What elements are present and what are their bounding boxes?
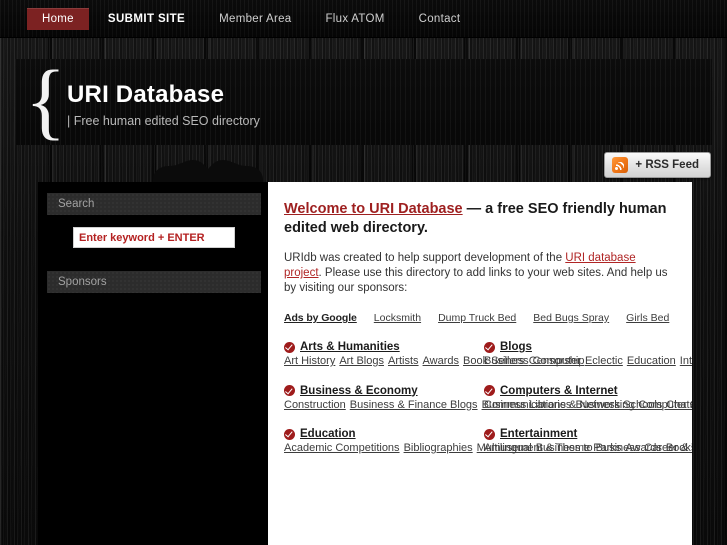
category-computers-internet: Computers & Internet Communications & Ne…	[484, 385, 692, 413]
main-content-panel: Welcome to URI Database — a free SEO fri…	[268, 182, 692, 545]
category-link[interactable]: Construction	[284, 399, 346, 411]
intro-text-1: URIdb was created to help support develo…	[284, 252, 566, 264]
category-business-economy: Business & Economy Construction Business …	[284, 385, 692, 413]
category-link[interactable]: Computer Generated Music	[638, 399, 692, 411]
category-education: Education Academic Competitions Bibliogra…	[284, 428, 692, 456]
intro-text-2: . Please use this directory to add links…	[284, 267, 668, 294]
category-link[interactable]: Communications & Networking	[484, 399, 634, 411]
top-navigation-bar: Home SUBMIT SITE Member Area Flux ATOM C…	[0, 0, 727, 38]
check-circle-icon	[484, 385, 495, 396]
category-links: Business Computer Eclectic Education Interne…	[484, 355, 692, 369]
category-link[interactable]: Academic Competitions	[284, 442, 400, 454]
nav-item-member-area[interactable]: Member Area	[204, 8, 306, 30]
category-link[interactable]: Art Blogs	[339, 355, 384, 367]
ad-link-locksmith[interactable]: Locksmith	[374, 312, 421, 324]
category-links: Art History Art Blogs Artists Awards Book Se…	[284, 355, 584, 369]
category-arts-humanities: Arts & Humanities Art History Art Blogs Ar…	[284, 341, 584, 369]
category-link[interactable]: Awards	[625, 442, 661, 454]
category-link[interactable]: Books & Literature	[666, 442, 692, 454]
category-link[interactable]: Bibliographies	[404, 442, 473, 454]
category-links: Construction Business & Finance Blogs Busi…	[284, 399, 692, 413]
rss-feed-button[interactable]: + RSS Feed	[604, 152, 711, 178]
category-link[interactable]: Awards	[423, 355, 459, 367]
category-title-label: Computers & Internet	[500, 384, 618, 397]
check-circle-icon	[284, 341, 295, 353]
category-title[interactable]: Education	[284, 428, 474, 440]
category-title[interactable]: Computers & Internet	[484, 385, 692, 397]
category-entertainment: Entertainment Amusement & Theme Parks Awa…	[484, 428, 692, 456]
category-links: Academic Competitions Bibliographies Multi…	[284, 442, 692, 456]
sidebar-heading-sponsors: Sponsors	[47, 271, 261, 293]
search-box-wrapper	[47, 227, 261, 248]
nav-list: Home SUBMIT SITE Member Area Flux ATOM C…	[0, 0, 727, 37]
category-link[interactable]: Eclectic	[585, 355, 623, 367]
nav-item-submit-site[interactable]: SUBMIT SITE	[93, 8, 200, 30]
category-title[interactable]: Arts & Humanities	[284, 341, 474, 353]
check-circle-icon	[484, 341, 495, 353]
category-title-label: Education	[300, 428, 356, 440]
category-link[interactable]: Computer	[533, 355, 581, 367]
page-title-highlight: Welcome to URI Database	[284, 201, 463, 217]
rss-icon	[612, 157, 629, 173]
category-title-label: Entertainment	[500, 428, 578, 440]
category-title-label: Business & Economy	[300, 384, 418, 397]
nav-item-contact[interactable]: Contact	[404, 8, 476, 30]
category-title[interactable]: Blogs	[484, 341, 692, 353]
site-header: { URI Database | Free human edited SEO d…	[15, 52, 712, 148]
ads-row: Ads by Google Locksmith Dump Truck Bed B…	[284, 312, 676, 324]
site-title[interactable]: URI Database	[67, 81, 224, 109]
category-link[interactable]: Internet	[680, 355, 692, 367]
category-link[interactable]: Business & Finance Blogs	[350, 399, 478, 411]
category-link[interactable]: Education	[627, 355, 676, 367]
category-title-label: Blogs	[500, 341, 532, 353]
brace-icon: {	[25, 52, 67, 148]
nav-item-home[interactable]: Home	[27, 7, 89, 30]
ad-link-dump-truck-bed[interactable]: Dump Truck Bed	[438, 312, 516, 324]
category-link[interactable]: Art History	[284, 355, 335, 367]
category-title[interactable]: Business & Economy	[284, 385, 474, 397]
ad-link-girls-bed[interactable]: Girls Bed	[626, 312, 669, 324]
rss-feed-label: + RSS Feed	[635, 159, 699, 171]
sidebar-heading-search: Search	[47, 193, 261, 215]
site-tagline: | Free human edited SEO directory	[67, 114, 260, 128]
search-input[interactable]	[73, 227, 235, 248]
sidebar: Search Sponsors	[38, 182, 270, 545]
check-circle-icon	[484, 428, 495, 440]
ad-link-bed-bugs-spray[interactable]: Bed Bugs Spray	[533, 312, 609, 324]
intro-paragraph: URIdb was created to help support develo…	[284, 251, 676, 296]
check-circle-icon	[284, 385, 295, 396]
nav-item-flux-atom[interactable]: Flux ATOM	[310, 8, 399, 30]
ads-by-google-label[interactable]: Ads by Google	[284, 312, 357, 324]
page-title: Welcome to URI Database — a free SEO fri…	[284, 200, 676, 238]
category-links: Communications & Networking Computer Gene…	[484, 399, 692, 413]
category-links: Amusement & Theme Parks Awards Books & Lit…	[484, 442, 692, 456]
category-title-label: Arts & Humanities	[300, 341, 400, 353]
category-grid: Arts & Humanities Art History Art Blogs Ar…	[284, 341, 692, 456]
category-blogs: Blogs Business Computer Eclectic Education I…	[484, 341, 692, 369]
category-title[interactable]: Entertainment	[484, 428, 692, 440]
check-circle-icon	[284, 428, 295, 440]
category-link[interactable]: Artists	[388, 355, 419, 367]
category-link[interactable]: Business	[484, 355, 529, 367]
category-link[interactable]: Amusement & Theme Parks	[484, 442, 621, 454]
